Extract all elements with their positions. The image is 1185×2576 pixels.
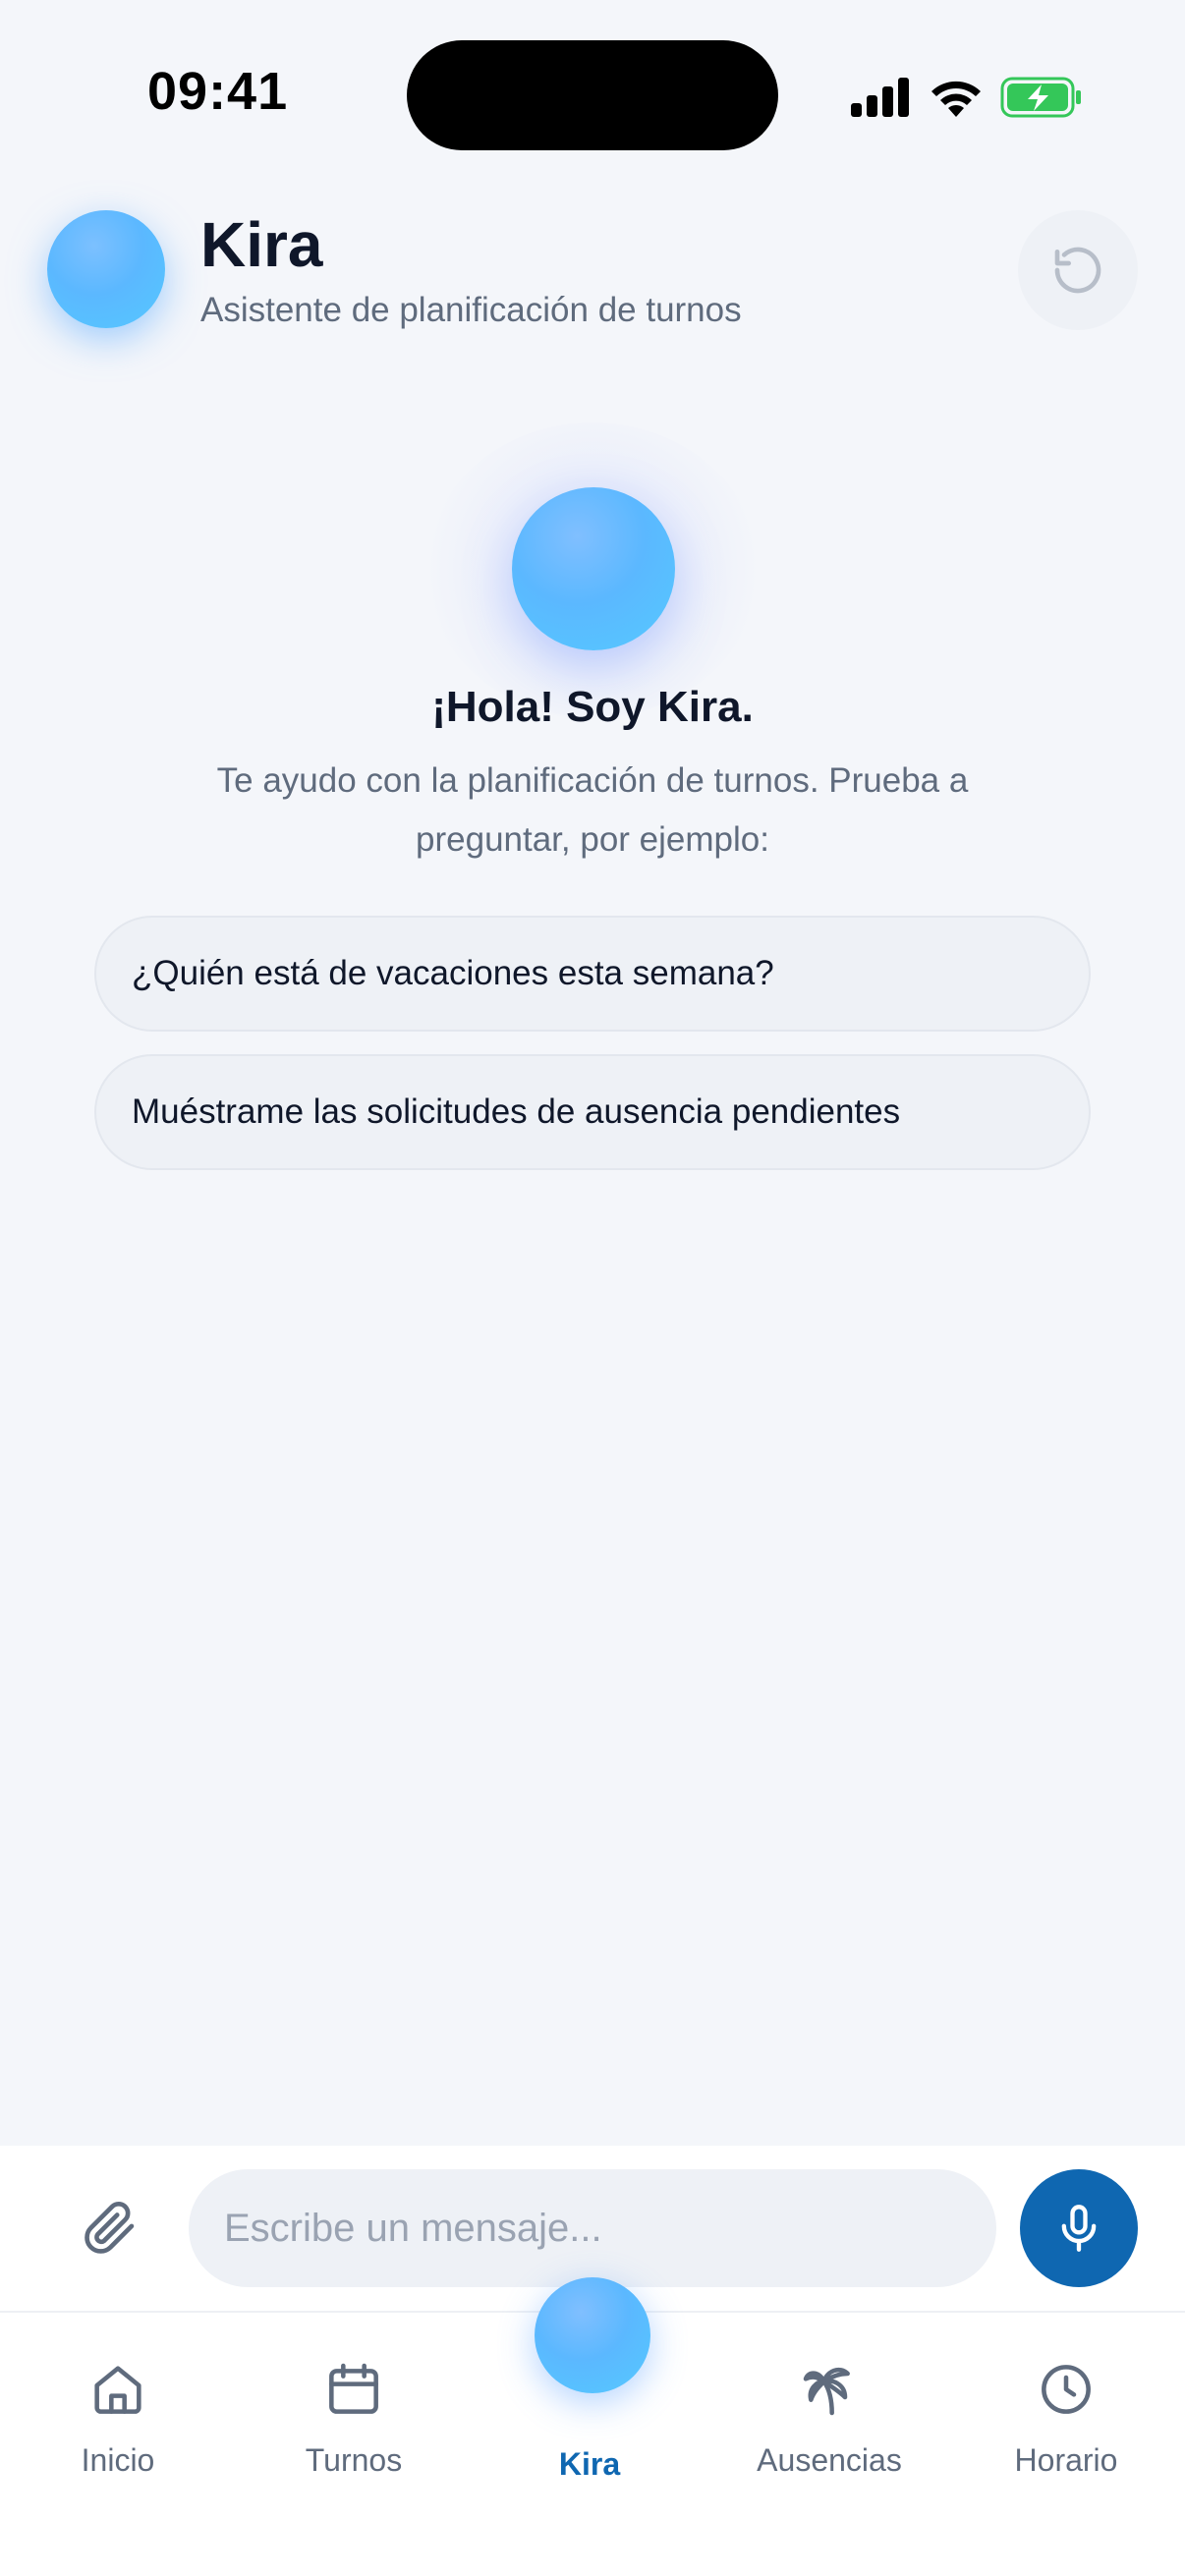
chat-header: Kira Asistente de planificación de turno…	[0, 196, 1185, 344]
page-title: Kira	[200, 209, 323, 280]
welcome-title: ¡Hola! Soy Kira.	[431, 683, 754, 731]
kira-hero-orb	[512, 487, 675, 650]
welcome-text: Te ayudo con la planificación de turnos.…	[216, 761, 969, 859]
dynamic-island	[407, 40, 778, 150]
status-bar: 09:41	[0, 0, 1185, 187]
cellular-signal-icon	[851, 78, 909, 117]
palm-tree-icon	[794, 2354, 865, 2425]
tab-turnos[interactable]: Turnos	[255, 2313, 452, 2519]
tab-inicio[interactable]: Inicio	[20, 2313, 216, 2519]
status-time: 09:41	[147, 62, 289, 121]
calendar-icon	[318, 2354, 389, 2425]
battery-charging-icon	[1000, 77, 1081, 118]
tab-horario[interactable]: Horario	[968, 2313, 1164, 2519]
message-input[interactable]	[189, 2169, 996, 2287]
tab-label: Horario	[1014, 2442, 1118, 2478]
paperclip-icon	[85, 2201, 135, 2254]
wifi-icon	[931, 81, 981, 117]
reset-chat-button[interactable]	[1018, 210, 1138, 330]
clock-icon	[1031, 2354, 1101, 2425]
suggestion-chip[interactable]: ¿Quién está de vacaciones esta semana?	[94, 916, 1091, 1032]
microphone-button[interactable]	[1020, 2169, 1138, 2287]
status-icons	[851, 73, 1083, 122]
refresh-icon	[1054, 247, 1101, 294]
tab-label: Turnos	[305, 2442, 403, 2478]
attach-button[interactable]	[71, 2189, 149, 2268]
tab-label: Inicio	[81, 2442, 155, 2478]
tab-ausencias[interactable]: Ausencias	[731, 2313, 928, 2519]
suggestion-chip[interactable]: Muéstrame las solicitudes de ausencia pe…	[94, 1054, 1091, 1170]
tab-label: Kira	[558, 2446, 621, 2482]
kira-avatar	[47, 210, 165, 328]
home-icon	[83, 2354, 153, 2425]
page-subtitle: Asistente de planificación de turnos	[200, 291, 742, 329]
kira-chat-screen: 09:41 Kira Asistente de planificación de…	[0, 0, 1185, 2576]
tab-label: Ausencias	[757, 2442, 902, 2478]
kira-orb-icon[interactable]	[535, 2277, 650, 2393]
microphone-icon	[1061, 2205, 1097, 2252]
